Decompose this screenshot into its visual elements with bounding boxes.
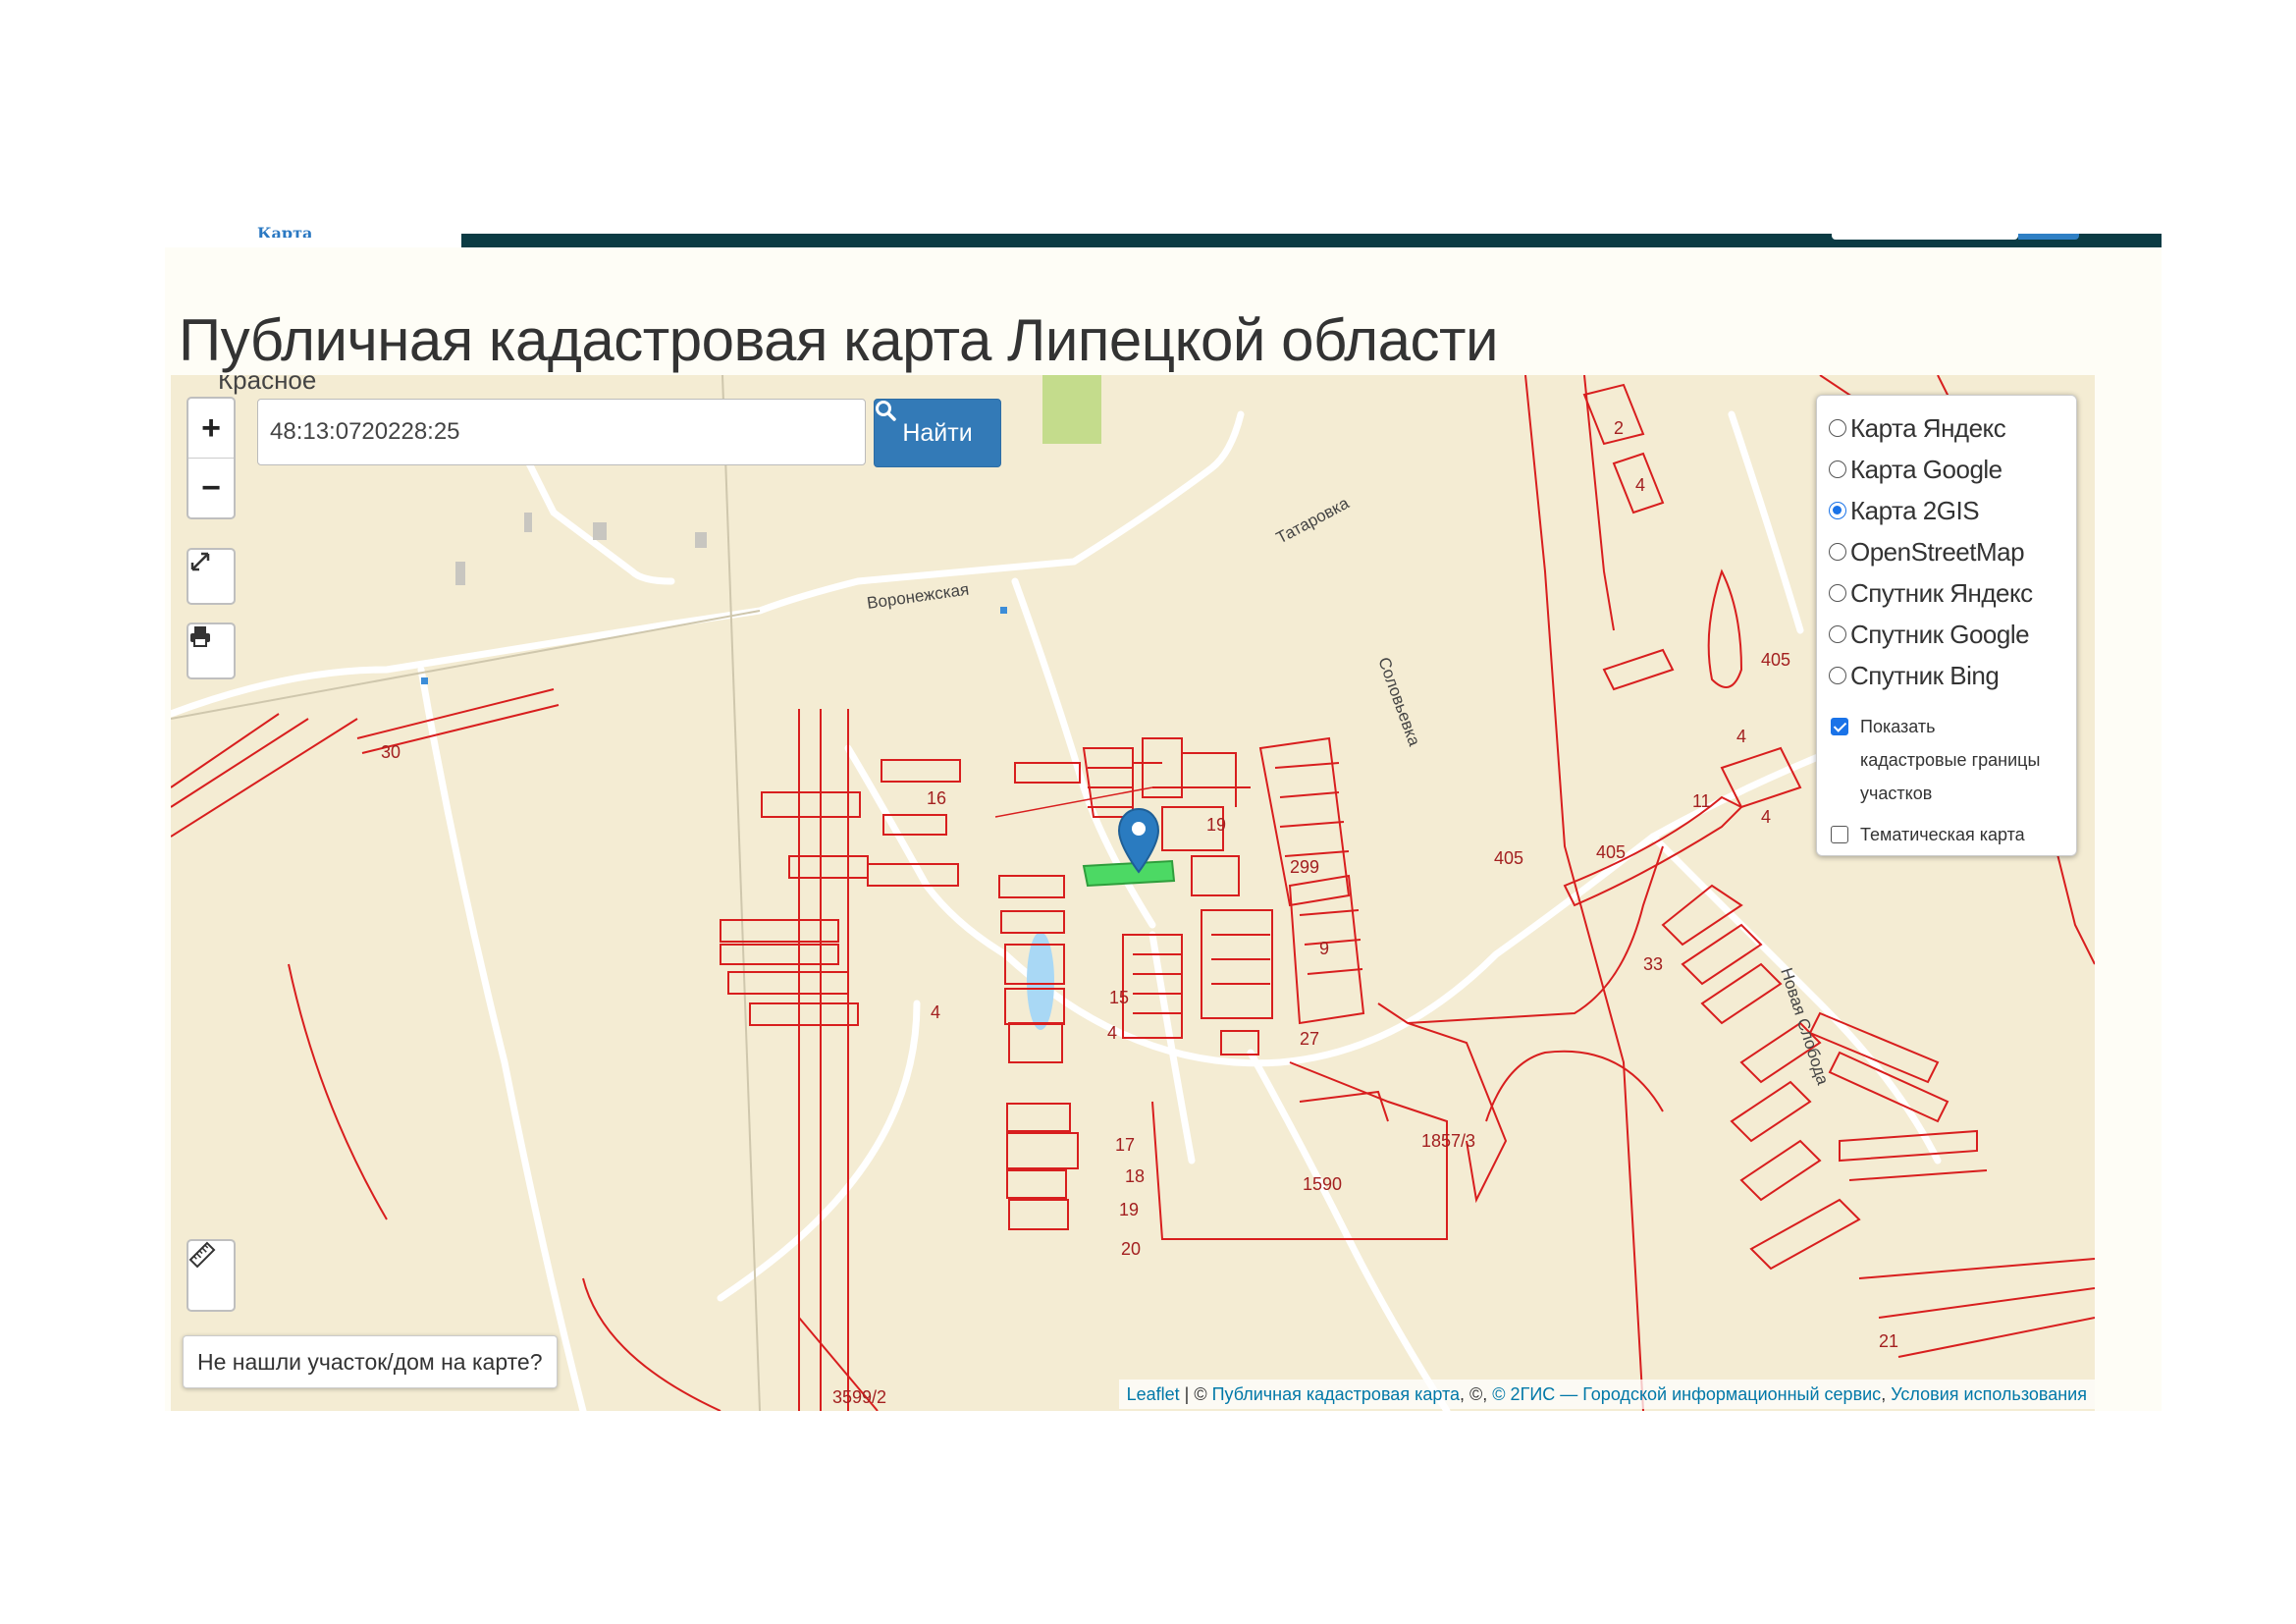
header-search-fragment[interactable] — [1832, 234, 2018, 240]
ruler-icon — [188, 1241, 216, 1269]
fullscreen-icon — [190, 552, 210, 571]
attribution-separator: | © — [1179, 1383, 1212, 1404]
leaflet-link[interactable]: Leaflet — [1127, 1384, 1180, 1405]
layer-option-yandex-map[interactable]: Карта Яндекс — [1829, 407, 2076, 449]
print-button[interactable] — [187, 623, 236, 679]
cadastral-number-input[interactable] — [257, 399, 866, 465]
svg-text:19: 19 — [1206, 815, 1226, 835]
layer-option-yandex-satellite[interactable]: Спутник Яндекс — [1829, 572, 2076, 614]
svg-text:19: 19 — [1119, 1200, 1139, 1219]
layer-label: OpenStreetMap — [1850, 536, 2025, 567]
layer-option-openstreetmap[interactable]: OpenStreetMap — [1829, 531, 2076, 572]
svg-text:1590: 1590 — [1303, 1174, 1342, 1194]
layer-label: Карта Яндекс — [1850, 412, 2006, 443]
layers-panel: Карта Яндекс Карта Google Карта 2GIS Ope… — [1816, 395, 2077, 856]
svg-text:4: 4 — [1761, 807, 1771, 827]
layer-label: Спутник Google — [1850, 619, 2030, 649]
zoom-control: + − — [187, 397, 236, 519]
zoom-in-button[interactable]: + — [188, 399, 234, 458]
place-label-krasnoe: Красное — [218, 375, 316, 395]
radio-icon[interactable] — [1829, 667, 1846, 684]
svg-text:1857/3: 1857/3 — [1421, 1131, 1475, 1151]
map-attribution: Leaflet | © Публичная кадастровая карта … — [1118, 1380, 2095, 1409]
svg-text:4: 4 — [931, 1002, 940, 1022]
svg-text:27: 27 — [1300, 1029, 1319, 1049]
thematic-map-label: Тематическая карта — [1860, 825, 2025, 844]
radio-icon[interactable] — [1829, 460, 1846, 478]
attribution-separator: , — [1881, 1383, 1892, 1404]
thematic-map-toggle[interactable]: Тематическая карта — [1829, 818, 2076, 851]
search-button-label: Найти — [902, 418, 973, 447]
street-label-solovyovka: Соловьевка — [1374, 655, 1423, 749]
show-cadastral-toggle[interactable]: Показать кадастровые границы участков — [1829, 710, 2076, 810]
svg-text:21: 21 — [1879, 1331, 1898, 1351]
ruler-button[interactable] — [187, 1239, 236, 1312]
2gis-link[interactable]: © 2ГИС — Городской информационный сервис — [1492, 1384, 1881, 1405]
svg-text:9: 9 — [1319, 939, 1329, 958]
svg-text:4: 4 — [1635, 475, 1645, 495]
cadastral-map[interactable]: 30 16 4 19 299 9 15 4 27 17 18 19 20 1590 1857/3 4… — [171, 375, 2095, 1411]
svg-text:4: 4 — [1736, 727, 1746, 746]
layer-label: Карта 2GIS — [1850, 495, 1980, 525]
show-cadastral-label: Показать кадастровые границы участков — [1860, 717, 2041, 803]
svg-text:2: 2 — [1614, 418, 1624, 438]
terms-link[interactable]: Условия использования — [1891, 1384, 2087, 1405]
svg-text:17: 17 — [1115, 1135, 1135, 1155]
svg-text:16: 16 — [927, 788, 946, 808]
radio-selected-icon[interactable] — [1829, 502, 1846, 519]
layer-option-bing-satellite[interactable]: Спутник Bing — [1829, 655, 2076, 696]
zoom-out-button[interactable]: − — [188, 458, 234, 517]
svg-text:15: 15 — [1109, 988, 1129, 1007]
svg-text:299: 299 — [1290, 857, 1319, 877]
radio-icon[interactable] — [1829, 419, 1846, 437]
svg-text:33: 33 — [1643, 954, 1663, 974]
location-marker-icon[interactable] — [1117, 807, 1160, 886]
svg-text:11: 11 — [1692, 791, 1711, 811]
radio-icon[interactable] — [1829, 584, 1846, 602]
svg-text:3599/2: 3599/2 — [832, 1387, 886, 1407]
pkk-link[interactable]: Публичная кадастровая карта — [1212, 1384, 1460, 1405]
fullscreen-button[interactable] — [187, 548, 236, 605]
layer-option-google-map[interactable]: Карта Google — [1829, 449, 2076, 490]
search-button[interactable]: Найти — [874, 399, 1001, 467]
site-logo[interactable]: Карта — [257, 222, 312, 238]
attribution-separator: , ©, — [1460, 1383, 1493, 1404]
street-label-tatarovka: Татаровка — [1273, 493, 1353, 547]
layer-label: Спутник Bing — [1850, 660, 2000, 690]
svg-text:4: 4 — [1107, 1023, 1117, 1043]
layer-label: Спутник Яндекс — [1850, 577, 2033, 608]
page-title: Публичная кадастровая карта Липецкой обл… — [179, 307, 1499, 374]
layer-option-google-satellite[interactable]: Спутник Google — [1829, 614, 2076, 655]
svg-text:20: 20 — [1121, 1239, 1141, 1259]
print-icon — [190, 626, 210, 647]
svg-text:405: 405 — [1596, 842, 1626, 862]
radio-icon[interactable] — [1829, 625, 1846, 643]
map-tiles: 30 16 4 19 299 9 15 4 27 17 18 19 20 1590 1857/3 4… — [171, 375, 2095, 1411]
checkbox-checked-icon[interactable] — [1831, 718, 1848, 735]
radio-icon[interactable] — [1829, 543, 1846, 561]
search-icon — [876, 401, 896, 421]
street-label-voronezhskaya: Воронежская — [866, 580, 970, 613]
layer-label: Карта Google — [1850, 454, 2002, 484]
svg-text:18: 18 — [1125, 1166, 1145, 1186]
layer-option-2gis-map[interactable]: Карта 2GIS — [1829, 490, 2076, 531]
svg-text:405: 405 — [1494, 848, 1523, 868]
svg-text:405: 405 — [1761, 650, 1790, 670]
checkbox-icon[interactable] — [1831, 826, 1848, 843]
svg-text:30: 30 — [381, 742, 400, 762]
header-search-button-fragment[interactable] — [2018, 234, 2079, 240]
not-found-button[interactable]: Не нашли участок/дом на карте? — [183, 1335, 558, 1388]
